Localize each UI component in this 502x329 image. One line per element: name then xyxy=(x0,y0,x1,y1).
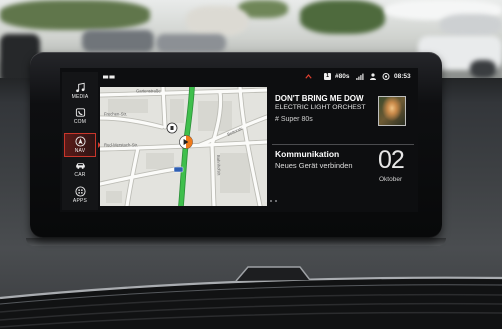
date-day: 02 xyxy=(378,146,405,174)
sidebar-item-nav[interactable]: NAV xyxy=(64,133,96,157)
poi-marker-icon[interactable] xyxy=(166,122,178,134)
car-wheel xyxy=(470,60,496,78)
car-icon xyxy=(75,163,85,169)
parked-car xyxy=(82,30,154,52)
sidebar-item-media[interactable]: MEDIA xyxy=(64,80,96,104)
person-icon xyxy=(370,73,376,80)
sidebar-item-label: CAR xyxy=(74,172,86,178)
sidebar-item-com[interactable]: COM xyxy=(64,105,96,129)
apps-icon xyxy=(74,186,86,197)
road-number-sign xyxy=(173,166,184,173)
current-position-icon xyxy=(179,135,193,149)
clock: 08:53 xyxy=(394,73,411,80)
station-name: # Super 80s xyxy=(275,116,313,123)
sidebar-item-car[interactable]: CAR xyxy=(64,158,96,182)
track-title: DON'T BRING ME DOW xyxy=(275,94,364,103)
phone-icon xyxy=(75,108,85,117)
sidebar-item-label: COM xyxy=(73,119,87,125)
signal-icon xyxy=(356,73,364,80)
page-dot xyxy=(270,200,272,202)
navigation-map[interactable]: Gartenstraße Frechen-Str. Rud-Merstach-S… xyxy=(97,84,270,209)
sidebar-item-label: MEDIA xyxy=(71,94,89,100)
street-label: Gartenstraße xyxy=(136,89,161,94)
radio-station-label: #80s xyxy=(335,73,350,80)
album-cover-image xyxy=(378,96,406,126)
map-canvas[interactable]: Gartenstraße Frechen-Str. Rud-Merstach-S… xyxy=(97,84,270,209)
communication-widget[interactable]: Kommunikation Neues Gerät verbinden 02 O… xyxy=(270,146,416,206)
sidebar-item-apps[interactable]: APPS xyxy=(64,184,96,208)
connect-device-label: Neues Gerät verbinden xyxy=(275,161,353,170)
widget-panel: DON'T BRING ME DOW ELECTRIC LIGHT ORCHES… xyxy=(270,88,416,210)
idrive-display: MEDIA COM NAV CAR APPS 1 #80s 08:53 Gart… xyxy=(60,68,418,212)
building xyxy=(186,6,248,36)
air-vents xyxy=(0,266,502,329)
navigation-compass-icon xyxy=(74,136,86,147)
parked-car xyxy=(156,34,226,52)
street-label: Bahnhofstr. xyxy=(216,155,222,176)
widget-divider xyxy=(272,144,414,145)
music-note-icon xyxy=(75,82,85,93)
sidebar-item-label: NAV xyxy=(74,148,86,154)
chevron-up-icon[interactable] xyxy=(305,74,312,79)
page-dot xyxy=(275,200,277,202)
street-label: Rud-Merstach-Str. xyxy=(104,142,138,147)
phone-status-icon xyxy=(382,73,390,80)
preset-number-badge: 1 xyxy=(324,73,331,80)
street-label: Frechen-Str. xyxy=(104,112,127,117)
page-indicator xyxy=(265,200,279,203)
trees xyxy=(300,0,385,34)
trees xyxy=(0,0,150,30)
page-dot xyxy=(265,200,267,202)
media-widget[interactable]: DON'T BRING ME DOW ELECTRIC LIGHT ORCHES… xyxy=(270,88,416,142)
date-month: Oktober xyxy=(379,176,403,183)
main-menu-sidebar: MEDIA COM NAV CAR APPS xyxy=(62,72,98,210)
track-artist: ELECTRIC LIGHT ORCHEST xyxy=(275,104,366,111)
sidebar-item-label: APPS xyxy=(72,198,88,204)
car-interior-photo: MEDIA COM NAV CAR APPS 1 #80s 08:53 Gart… xyxy=(0,0,502,329)
building xyxy=(440,14,502,36)
split-screen-icon[interactable] xyxy=(103,75,115,79)
status-bar: 1 #80s 08:53 xyxy=(100,70,416,84)
communication-title: Kommunikation xyxy=(275,149,340,159)
